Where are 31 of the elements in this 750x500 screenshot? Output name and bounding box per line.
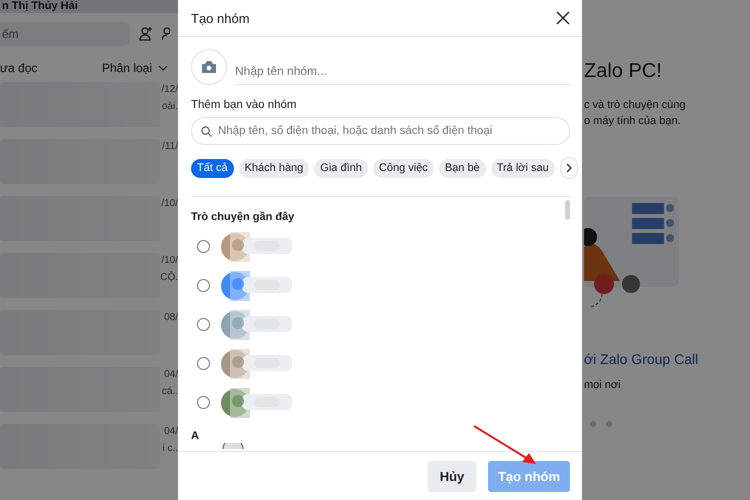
message-snippet: i c.. — [162, 443, 178, 454]
feature-title: ới Zalo Group Call — [584, 351, 700, 367]
feature-text: mọi nơi — [584, 379, 622, 391]
filter-chip[interactable]: Công việc — [372, 158, 434, 178]
filter-chip[interactable]: Khách hàng — [238, 158, 310, 178]
section-title: A — [191, 429, 199, 443]
filter-chip[interactable]: Gia đình — [314, 158, 368, 178]
account-name: n Thị Thủy Hải — [0, 0, 178, 13]
cancel-button[interactable]: Hủy — [428, 460, 476, 492]
filter-chip[interactable]: Tất cả — [191, 158, 234, 178]
conversation-time: /10/ — [161, 198, 178, 209]
welcome-title: Zalo PC! — [584, 60, 663, 83]
friend-search-field[interactable]: Nhập tên, số điện thoại, hoặc danh sách số điện thoại — [191, 117, 570, 145]
filter-chip[interactable]: Trả lời sau — [490, 158, 555, 178]
filter-chip[interactable]: Bạn bè — [438, 158, 486, 178]
welcome-text: c và trò chuyện cùng — [584, 98, 687, 113]
conversation-time: /12/ — [161, 84, 178, 95]
message-snippet: oài. — [162, 101, 178, 112]
message-snippet: cá.. — [162, 386, 178, 397]
conversation-time: 04/ — [164, 369, 178, 380]
filter-tab[interactable]: ưa đọc — [0, 61, 38, 75]
message-snippet: CỘ. — [160, 272, 178, 283]
conversation-time: 04/ — [164, 426, 178, 437]
section-title: Trò chuyện gần đây — [191, 210, 294, 225]
conversation-time: /11/ — [162, 141, 178, 152]
sort-dropdown[interactable]: Phân loại — [102, 61, 168, 75]
dialog-title: Tạo nhóm — [191, 10, 250, 26]
add-friends-label: Thêm bạn vào nhóm — [191, 99, 298, 111]
conversation-time: /10/ — [161, 255, 178, 266]
welcome-text: o máy tính của bạn. — [584, 114, 682, 129]
conversation-time: 08/ — [164, 312, 178, 323]
